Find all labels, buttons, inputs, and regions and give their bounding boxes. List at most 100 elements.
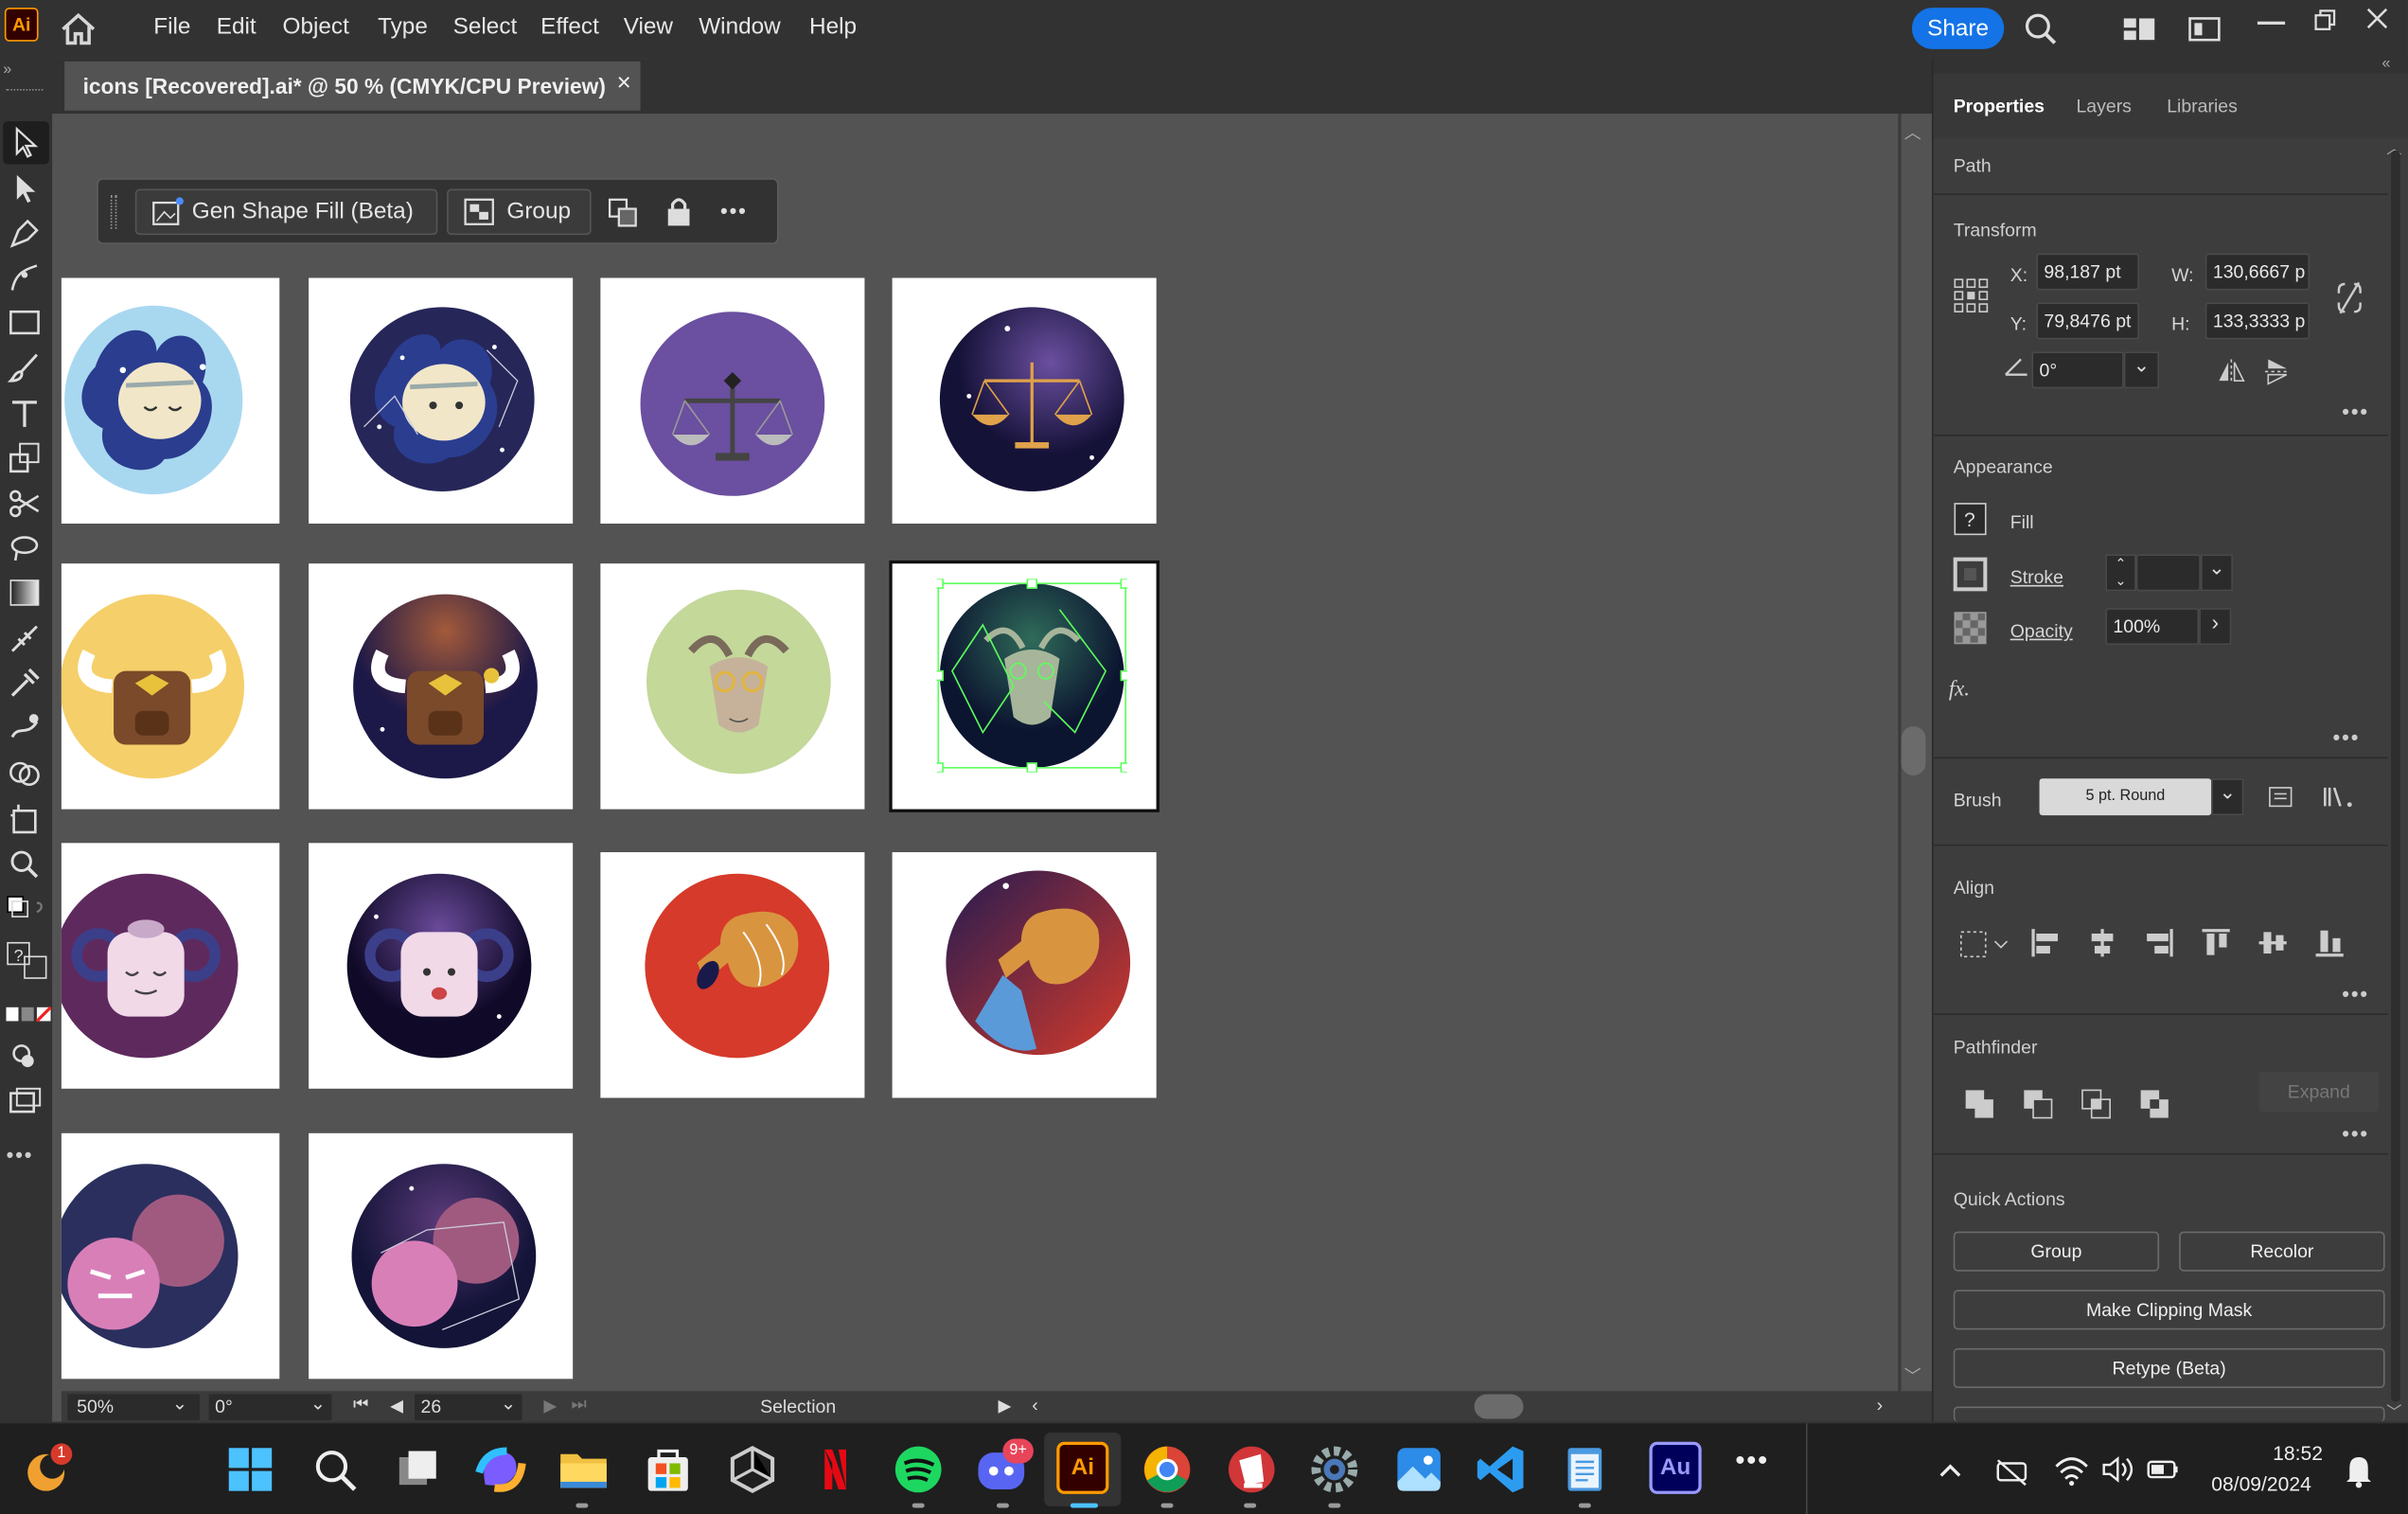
close-tab-icon[interactable]: × <box>617 71 631 98</box>
riot-client-icon[interactable] <box>1224 1442 1279 1497</box>
search-icon[interactable] <box>2024 12 2058 46</box>
type-tool-icon[interactable] <box>6 395 43 432</box>
clock-date[interactable]: 08/09/2024 <box>2211 1472 2311 1495</box>
menu-window[interactable]: Window <box>699 14 781 41</box>
paintbrush-tool-icon[interactable] <box>6 350 43 387</box>
rotate-angle-field[interactable]: 0° <box>2031 351 2124 389</box>
brush-options-icon[interactable] <box>2268 786 2293 808</box>
battery-icon[interactable] <box>2145 1442 2200 1497</box>
pathfinder-exclude-icon[interactable] <box>2139 1089 2169 1119</box>
menu-object[interactable]: Object <box>283 14 349 41</box>
unity-hub-icon[interactable] <box>725 1442 780 1497</box>
tab-properties[interactable]: Properties <box>1954 96 2045 117</box>
flip-horizontal-icon[interactable] <box>2216 359 2246 384</box>
artboard-7[interactable] <box>600 563 865 810</box>
artboard-3[interactable] <box>600 277 865 524</box>
minimize-icon[interactable] <box>2257 21 2286 25</box>
duplicate-icon[interactable] <box>608 198 638 228</box>
panel-collapse-right-icon[interactable]: « <box>2381 55 2390 72</box>
fill-unknown-swatch-icon[interactable]: ? <box>1954 502 1988 536</box>
copilot-icon[interactable] <box>473 1442 528 1497</box>
expand-button[interactable]: Expand <box>2258 1071 2380 1113</box>
width-field[interactable]: 130,6667 p <box>2204 253 2311 291</box>
x-position-field[interactable]: 98,187 pt <box>2036 253 2140 291</box>
artboard-12[interactable] <box>892 852 1157 1098</box>
drag-handle-icon[interactable] <box>110 194 117 229</box>
chrome-icon[interactable] <box>1140 1442 1195 1497</box>
restore-icon[interactable] <box>2312 8 2337 32</box>
audition-icon[interactable]: Au <box>1649 1441 1704 1497</box>
canvas-scroll-up-icon[interactable]: ︿ <box>1904 119 1921 144</box>
artboard-2[interactable] <box>309 277 574 524</box>
brush-selector[interactable]: 5 pt. Round <box>2039 778 2212 816</box>
illustrator-taskbar-icon[interactable]: Ai <box>1056 1441 1111 1497</box>
opacity-label[interactable]: Opacity <box>2010 620 2073 642</box>
notification-bell-icon[interactable] <box>2341 1442 2396 1497</box>
rotate-dropdown-icon[interactable]: ⌄ <box>310 1393 326 1415</box>
taskbar-overflow-icon[interactable]: ••• <box>1735 1445 1790 1500</box>
retype-beta-button[interactable]: Retype (Beta) <box>1953 1347 2385 1389</box>
more-options-icon[interactable]: ••• <box>720 198 748 223</box>
align-bottom-icon[interactable] <box>2314 928 2345 958</box>
lock-icon[interactable] <box>664 195 692 229</box>
hscroll-right-icon[interactable]: › <box>1877 1395 1883 1416</box>
tab-libraries[interactable]: Libraries <box>2167 96 2238 117</box>
puppet-warp-tool-icon[interactable] <box>6 709 43 746</box>
stroke-label[interactable]: Stroke <box>2010 566 2063 588</box>
settings-icon[interactable] <box>1307 1442 1362 1497</box>
microsoft-store-icon[interactable] <box>641 1442 696 1497</box>
rectangle-tool-icon[interactable] <box>6 304 43 341</box>
next-artboard-icon[interactable]: ▶ <box>543 1396 557 1416</box>
canvas-scroll-down-icon[interactable]: ﹀ <box>1904 1363 1921 1388</box>
fill-stroke-swatch-icon[interactable] <box>6 894 43 931</box>
rotate-dropdown-button[interactable]: ⌄ <box>2123 351 2160 389</box>
align-more-icon[interactable]: ••• <box>2342 981 2369 1006</box>
vscode-icon[interactable] <box>1475 1442 1530 1497</box>
opacity-field[interactable]: 100% <box>2105 608 2200 646</box>
flip-vertical-icon[interactable] <box>2265 356 2290 386</box>
file-explorer-icon[interactable] <box>556 1442 611 1497</box>
artboard-1[interactable] <box>61 277 280 524</box>
menu-type[interactable]: Type <box>378 14 428 41</box>
artboard-5[interactable] <box>61 563 280 810</box>
screen-mode-icon[interactable] <box>6 1082 43 1119</box>
direct-selection-tool-icon[interactable] <box>6 170 43 207</box>
pen-tool-icon[interactable] <box>6 215 43 252</box>
eyedropper-tool-icon[interactable] <box>6 665 43 702</box>
selection-tool-icon[interactable] <box>6 124 43 161</box>
weather-widget-icon[interactable]: 1 <box>22 1442 77 1497</box>
artboard-14[interactable] <box>309 1132 574 1380</box>
close-window-icon[interactable] <box>2364 6 2389 30</box>
zoom-dropdown-icon[interactable]: ⌄ <box>172 1393 187 1415</box>
home-icon[interactable] <box>59 12 98 46</box>
fill-unknown-icon[interactable]: ? <box>6 936 47 979</box>
stroke-swatch-icon[interactable] <box>1953 557 1988 592</box>
align-left-icon[interactable] <box>2030 928 2061 958</box>
artboard-8-selected[interactable] <box>889 560 1160 812</box>
scale-tool-icon[interactable] <box>6 439 43 476</box>
artboard-4[interactable] <box>892 277 1157 524</box>
gradient-tool-icon[interactable] <box>6 575 43 612</box>
clock-time[interactable]: 18:52 <box>2273 1442 2323 1465</box>
transform-more-icon[interactable]: ••• <box>2342 400 2369 424</box>
constrain-proportions-icon[interactable] <box>2336 279 2364 316</box>
draw-mode-icon[interactable] <box>6 1038 43 1075</box>
opacity-swatch-icon[interactable] <box>1954 611 1988 645</box>
menu-select[interactable]: Select <box>453 14 518 41</box>
shape-builder-tool-icon[interactable] <box>6 756 43 793</box>
stroke-weight-dropdown[interactable]: ⌄ <box>2200 554 2233 592</box>
windows-start-icon[interactable] <box>222 1442 277 1497</box>
network-off-icon[interactable] <box>1993 1442 2048 1497</box>
artboard-13[interactable] <box>61 1132 280 1380</box>
arrange-documents-icon[interactable] <box>2188 15 2222 43</box>
panel-scroll-down-icon[interactable]: ﹀ <box>2386 1398 2401 1422</box>
panel-collapse-icon[interactable]: » <box>3 62 11 79</box>
panel-scrollbar[interactable] <box>2391 150 2400 1402</box>
quick-recolor-button[interactable]: Recolor <box>2179 1231 2385 1272</box>
artboard-tool-icon[interactable] <box>6 800 43 837</box>
last-artboard-icon[interactable]: ⏭ <box>572 1396 587 1416</box>
quick-group-button[interactable]: Group <box>1953 1231 2160 1272</box>
gen-shape-fill-button[interactable]: Gen Shape Fill (Beta) <box>134 188 438 236</box>
photos-icon[interactable] <box>1391 1442 1446 1497</box>
y-position-field[interactable]: 79,8476 pt <box>2036 302 2140 340</box>
